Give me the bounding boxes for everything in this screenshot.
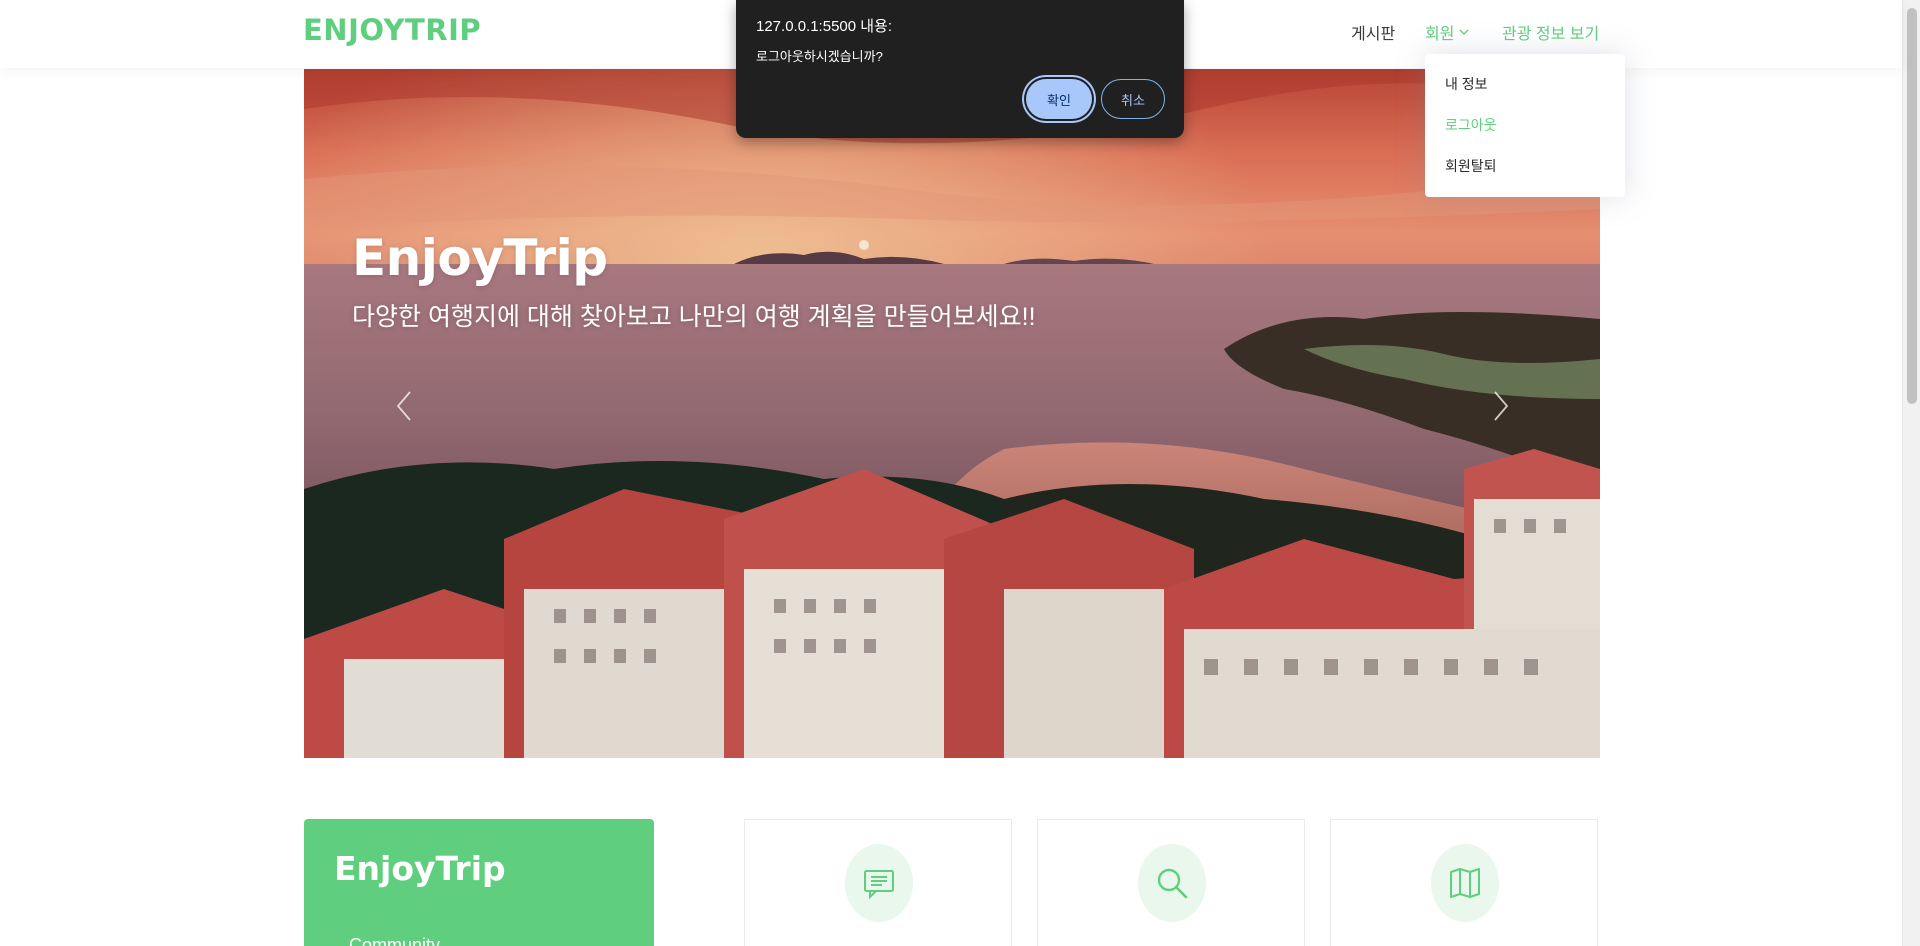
chevron-left-icon xyxy=(396,391,411,421)
site-logo[interactable]: ENJOYTRIP xyxy=(303,13,481,47)
hero-subtitle: 다양한 여행지에 대해 찾아보고 나만의 여행 계획을 만들어보세요!! xyxy=(352,303,1036,331)
feature-card-search[interactable] xyxy=(1037,819,1305,946)
hero-background-image xyxy=(304,69,1600,758)
carousel-next-button[interactable] xyxy=(1486,389,1516,423)
search-icon xyxy=(1157,868,1188,899)
feature-card-board[interactable] xyxy=(744,819,1012,946)
about-community-link[interactable]: Community xyxy=(349,935,440,946)
chat-icon xyxy=(864,870,894,900)
member-dropdown-menu: 내 정보 로그아웃 회원탈퇴 xyxy=(1425,54,1625,197)
confirm-dialog: 127.0.0.1:5500 내용: 로그아웃하시겠습니까? 확인 취소 xyxy=(736,0,1184,138)
page: ENJOYTRIP 게시판 회원 관광 정보 보기 내 정보 로그아웃 회원탈퇴 xyxy=(0,0,1920,946)
chevron-down-icon xyxy=(1459,29,1469,35)
nav-tour-link[interactable]: 관광 정보 보기 xyxy=(1502,20,1599,44)
carousel-prev-button[interactable] xyxy=(389,389,419,423)
feature-card-map[interactable] xyxy=(1330,819,1598,946)
about-box: EnjoyTrip Community xyxy=(304,819,654,946)
menu-item-my-info[interactable]: 내 정보 xyxy=(1425,64,1625,105)
nav-member-dropdown[interactable]: 회원 xyxy=(1425,20,1470,44)
feature-icon-circle xyxy=(845,844,913,922)
nav-member-label: 회원 xyxy=(1425,26,1455,43)
dialog-ok-button[interactable]: 확인 xyxy=(1026,79,1092,119)
about-title: EnjoyTrip xyxy=(334,849,506,888)
hero-title: EnjoyTrip xyxy=(352,229,608,287)
scrollbar-thumb[interactable] xyxy=(1907,8,1917,404)
dialog-message: 로그아웃하시겠습니까? xyxy=(756,49,883,64)
feature-icon-circle xyxy=(1138,844,1206,922)
dialog-origin: 127.0.0.1:5500 내용: xyxy=(756,18,893,35)
chevron-right-icon xyxy=(1494,391,1509,421)
map-icon xyxy=(1450,868,1480,898)
hero-carousel: EnjoyTrip 다양한 여행지에 대해 찾아보고 나만의 여행 계획을 만들… xyxy=(304,69,1600,758)
page-scrollbar[interactable] xyxy=(1902,0,1920,946)
menu-item-logout[interactable]: 로그아웃 xyxy=(1425,105,1625,146)
nav-board-link[interactable]: 게시판 xyxy=(1351,20,1395,44)
feature-icon-circle xyxy=(1431,844,1499,922)
dialog-cancel-button[interactable]: 취소 xyxy=(1101,79,1165,119)
menu-item-withdraw[interactable]: 회원탈퇴 xyxy=(1425,146,1625,187)
